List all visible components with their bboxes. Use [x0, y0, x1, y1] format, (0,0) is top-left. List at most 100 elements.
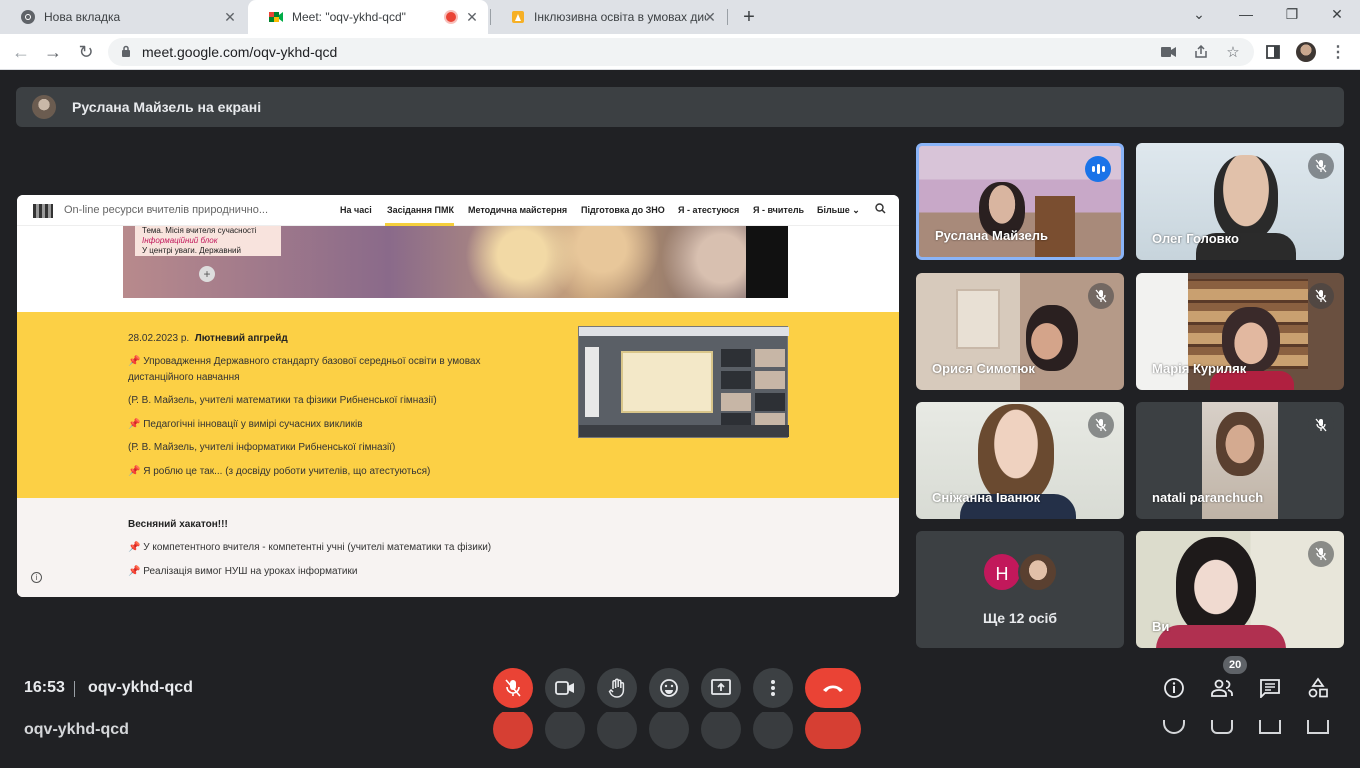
search-icon[interactable]: [875, 203, 886, 217]
browser-toolbar: ← → ↻ meet.google.com/oqv-ykhd-qcd ☆ ⋮: [0, 34, 1360, 70]
meeting-time: 16:53: [24, 679, 65, 696]
reactions-button[interactable]: [649, 668, 689, 708]
chevron-down-icon: ⌄: [852, 205, 860, 215]
site-title: On-line ресурси вчителів природнично...: [64, 204, 269, 216]
section-line: 📌 Упровадження Державного стандарту базо…: [128, 356, 481, 367]
chat-icon: [1260, 679, 1280, 698]
duplicate-control-bar: oqv-ykhd-qcd: [0, 712, 1360, 768]
avatar: [32, 95, 56, 119]
people-button[interactable]: [1210, 676, 1234, 700]
chat-icon[interactable]: [1259, 720, 1281, 734]
bookmark-star-icon[interactable]: ☆: [1224, 43, 1242, 61]
profile-avatar[interactable]: [1296, 42, 1316, 62]
participant-tile[interactable]: Сніжанна Іванюк: [916, 402, 1124, 519]
site-nav-item[interactable]: На часі: [340, 205, 372, 215]
close-tab-icon[interactable]: ✕: [464, 9, 480, 25]
mic-off-icon: [1308, 153, 1334, 179]
more-participants-label: Ще 12 осіб: [982, 610, 1058, 626]
reactions-button[interactable]: [649, 712, 689, 749]
info-icon[interactable]: [1163, 720, 1185, 734]
meeting-details-button[interactable]: [1162, 676, 1186, 700]
raise-hand-button[interactable]: [597, 712, 637, 749]
leave-call-button[interactable]: [805, 712, 861, 749]
camera-toggle-button[interactable]: [545, 668, 585, 708]
participant-name: Орися Симотюк: [932, 361, 1035, 376]
mic-toggle-button[interactable]: [493, 712, 533, 749]
tab-inclusive-education[interactable]: Інклюзивна освіта в умовах дис ✕: [490, 0, 726, 34]
site-nav-more-label: Більше: [817, 205, 850, 215]
close-tab-icon[interactable]: ✕: [222, 9, 238, 25]
site-nav-item-active[interactable]: Засідання ПМК: [387, 205, 454, 215]
google-sites-icon: [510, 9, 526, 25]
chat-button[interactable]: [1258, 676, 1282, 700]
people-icon[interactable]: [1211, 720, 1233, 734]
tab-search-chevron-icon[interactable]: ⌄: [1189, 6, 1209, 23]
participant-tile[interactable]: Марія Куриляк: [1136, 273, 1344, 390]
raise-hand-button[interactable]: [597, 668, 637, 708]
participant-tile[interactable]: Олег Головко: [1136, 143, 1344, 260]
white-section: Весняний хакатон!!! 📌 У компетентного вч…: [17, 498, 899, 597]
site-nav-item[interactable]: Я - атестуюся: [678, 205, 739, 215]
address-bar[interactable]: meet.google.com/oqv-ykhd-qcd ☆: [108, 38, 1254, 66]
mic-off-icon: [505, 679, 521, 697]
banner-note: Тема. Місія вчителя сучасності Інформаці…: [135, 226, 281, 256]
site-nav-item[interactable]: Методична майстерня: [468, 205, 567, 215]
participant-tile[interactable]: Руслана Майзель: [916, 143, 1124, 260]
section-title: Лютневий апгрейд: [194, 333, 288, 344]
more-options-button[interactable]: [753, 668, 793, 708]
info-icon[interactable]: i: [31, 572, 42, 583]
more-options-button[interactable]: [753, 712, 793, 749]
info-icon: [1164, 678, 1184, 698]
minimize-icon[interactable]: —: [1236, 6, 1256, 22]
forward-arrow-icon[interactable]: →: [42, 42, 64, 62]
share-icon[interactable]: [1192, 43, 1210, 61]
tab-meet[interactable]: Meet: "oqv-ykhd-qcd" ✕: [248, 0, 488, 34]
thumbnail-slide: [621, 351, 713, 413]
camera-toggle-button[interactable]: [545, 712, 585, 749]
reload-icon[interactable]: ↻: [75, 42, 97, 62]
more-participants-tile[interactable]: Н Ще 12 осіб: [916, 531, 1124, 648]
participant-tile[interactable]: Орися Симотюк: [916, 273, 1124, 390]
meeting-screenshot-thumbnail: [578, 326, 789, 438]
activities-shapes-icon[interactable]: [1307, 720, 1329, 734]
back-arrow-icon[interactable]: ←: [10, 42, 32, 62]
section-line: дистанційного навчання: [128, 372, 240, 383]
camera-blocked-icon[interactable]: [1160, 43, 1178, 61]
participant-count-badge: 20: [1223, 656, 1248, 674]
tab-new-tab[interactable]: Нова вкладка ✕: [0, 0, 246, 34]
plus-icon[interactable]: +: [199, 266, 215, 282]
present-screen-button[interactable]: [701, 668, 741, 708]
present-screen-button[interactable]: [701, 712, 741, 749]
participant-tile[interactable]: natali paranchuch: [1136, 402, 1344, 519]
close-tab-icon[interactable]: ✕: [702, 9, 718, 25]
section-heading: Весняний хакатон!!!: [128, 519, 228, 530]
recording-icon: [446, 12, 456, 22]
note-line: Тема. Місія вчителя сучасності: [142, 226, 257, 235]
section-heading: 28.02.2023 р. Лютневий апгрейд: [128, 333, 288, 344]
mic-toggle-button[interactable]: [493, 668, 533, 708]
shared-screen: On-line ресурси вчителів природнично... …: [17, 195, 899, 597]
side-panel-icon[interactable]: [1264, 43, 1282, 61]
restore-icon[interactable]: ❐: [1282, 6, 1302, 23]
tab-title: Нова вкладка: [44, 10, 121, 24]
hand-icon: [608, 678, 625, 698]
divider: [74, 681, 75, 697]
presentation-banner: Руслана Майзель на екрані: [16, 87, 1344, 127]
participant-name: Марія Куриляк: [1152, 361, 1247, 376]
lock-icon: [121, 45, 131, 63]
activities-button[interactable]: [1306, 676, 1330, 700]
close-window-icon[interactable]: ✕: [1327, 6, 1347, 23]
self-tile[interactable]: Ви: [1136, 531, 1344, 648]
site-nav-more[interactable]: Більше ⌄: [817, 205, 860, 216]
site-header: On-line ресурси вчителів природнично... …: [17, 195, 899, 226]
mic-off-icon: [1308, 412, 1334, 438]
meeting-code: oqv-ykhd-qcd: [88, 679, 193, 696]
site-nav-item[interactable]: Я - вчитель: [753, 205, 804, 215]
new-tab-plus-icon[interactable]: +: [738, 6, 760, 29]
leave-call-button[interactable]: [805, 668, 861, 708]
site-nav-item[interactable]: Підготовка до ЗНО: [581, 205, 665, 215]
chrome-menu-icon[interactable]: ⋮: [1329, 43, 1347, 61]
note-line: Інформаційний блок: [142, 236, 218, 245]
participant-name: natali paranchuch: [1152, 490, 1264, 505]
hang-up-icon: [823, 685, 843, 692]
